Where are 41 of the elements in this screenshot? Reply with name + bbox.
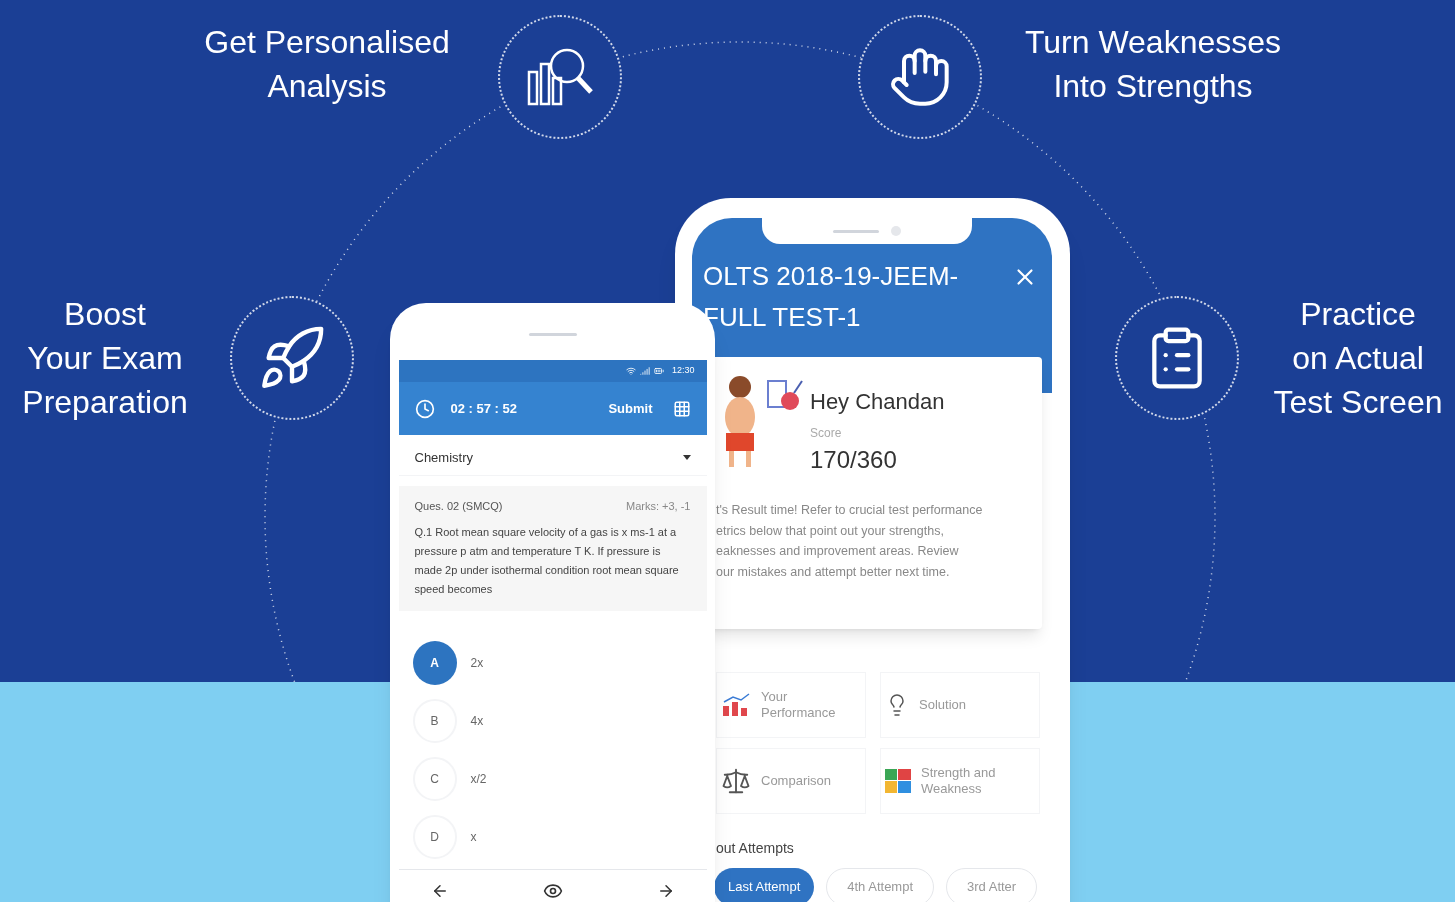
greeting-text: Hey Chandan	[810, 388, 945, 416]
feature-label: Get Personalised Analysis	[203, 23, 451, 106]
chart-icon	[721, 692, 751, 718]
feature-label: Boost Your Exam Preparation	[21, 295, 189, 422]
phone-speaker	[528, 333, 577, 336]
result-message-line: eaknesses and improvement areas. Review	[716, 543, 960, 560]
question-number: Ques. 02 (SMCQ)	[414, 499, 503, 514]
signal-icon	[639, 366, 650, 376]
eye-icon[interactable]	[542, 881, 563, 901]
attempt-tab[interactable]: 3rd Atter	[946, 868, 1038, 902]
result-message-line: our mistakes and attempt better next time.	[716, 563, 951, 581]
option-text: 2x	[470, 654, 484, 672]
result-tile[interactable]: Comparison	[716, 748, 866, 814]
scales-icon	[721, 766, 751, 796]
result-tile[interactable]: Solution	[880, 672, 1040, 738]
option-text: x	[470, 828, 477, 846]
attempt-tab[interactable]: Last Attempt	[714, 868, 815, 902]
result-tile[interactable]: Strength and Weakness	[880, 748, 1040, 814]
attempt-tab[interactable]: 4th Attempt	[826, 868, 935, 902]
status-time: 12:30	[671, 364, 695, 378]
result-message-line: t's Result time! Refer to crucial test performance	[716, 502, 984, 519]
score-text: 170/360	[810, 445, 898, 475]
feature-label: Practice on Actual Test Screen	[1272, 295, 1444, 422]
question-text: Q.1 Root mean square velocity of a gas is x ms-1 at a pressure p atm and temperature T K. If pressure is made 2p under isothermal condition root mean square speed becomes	[414, 524, 680, 597]
score-label: Score	[810, 425, 843, 442]
subject-dropdown[interactable]: Chemistry	[398, 440, 707, 476]
result-message-line: etrics below that point out your strengths,	[716, 522, 945, 540]
caret-icon	[682, 455, 691, 460]
colored-squares-icon	[885, 769, 911, 793]
attempts-heading: out Attempts	[716, 839, 794, 858]
option-text: x/2	[470, 770, 487, 788]
submit-button[interactable]: Submit	[608, 398, 653, 419]
marks-text: Marks: +3, -1	[626, 499, 691, 514]
feature-label: Turn Weaknesses Into Strengths	[1023, 23, 1283, 106]
grid-icon[interactable]	[672, 399, 691, 418]
timer-text: 02 : 57 : 52	[450, 399, 517, 418]
option-text: 4x	[470, 712, 484, 730]
result-tile[interactable]: Your Performance	[716, 672, 866, 738]
clock-icon	[414, 398, 435, 419]
wifi-icon	[625, 366, 636, 376]
battery-icon	[653, 366, 664, 376]
